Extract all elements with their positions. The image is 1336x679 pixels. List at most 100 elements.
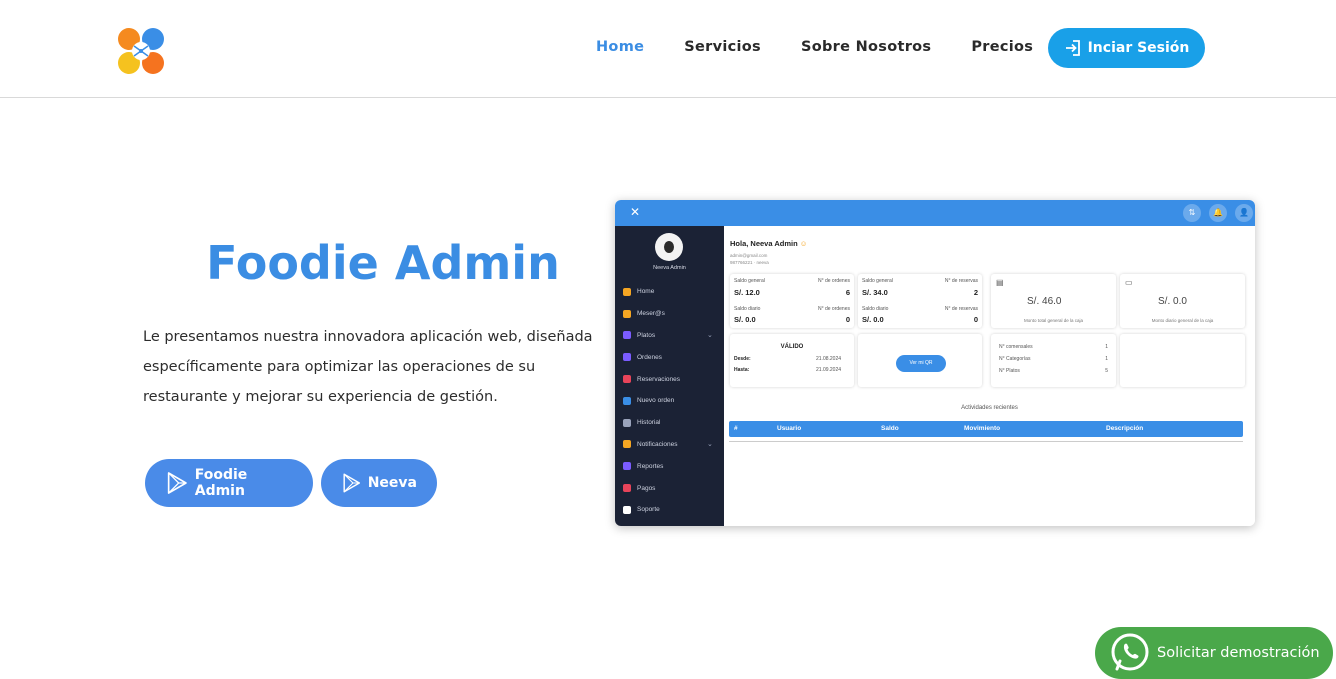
card-label: Saldo general — [734, 278, 765, 284]
whatsapp-demo-button[interactable]: Solicitar demostración — [1095, 627, 1333, 679]
card-value: S/. 0.0 — [862, 315, 884, 324]
card-label: Saldo diario — [862, 306, 889, 312]
table-scrollbar[interactable] — [729, 438, 1243, 442]
nav-home[interactable]: Home — [596, 39, 644, 55]
empty-card — [1120, 334, 1245, 387]
nav-precios[interactable]: Precios — [971, 39, 1033, 55]
card-caption: Monto total general de la caja — [1023, 318, 1084, 323]
sidebar-menu-item[interactable]: Reportes — [623, 455, 680, 477]
foodie-admin-button-label: Foodie Admin — [194, 467, 248, 499]
menu-icon — [623, 462, 631, 471]
card-caption: Monto diario general de la caja — [1151, 318, 1214, 323]
chevron-down-icon: ⌄ — [707, 332, 713, 340]
close-icon: ✕ — [630, 205, 641, 219]
nav-sobre-nosotros[interactable]: Sobre Nosotros — [801, 39, 931, 55]
cash-total-card: ▤ S/. 46.0 Monto total general de la caj… — [991, 274, 1116, 328]
stats-card: N° comensales 1 N° Categorías 1 N° Plato… — [991, 334, 1116, 387]
sidebar-menu-item[interactable]: Nuevo orden — [623, 390, 680, 412]
card-label: N° de ordenes — [817, 278, 850, 284]
table-header: Usuario — [777, 425, 802, 432]
user-contact: admin@gmail.com 987766221 · neeva — [730, 252, 769, 266]
stat-label: N° Platos — [999, 368, 1020, 374]
card-label: N° de reservas — [944, 278, 978, 284]
qr-card: Ver mi QR — [858, 334, 982, 387]
play-store-icon — [343, 473, 361, 493]
menu-label: Home — [637, 288, 655, 296]
hero-description: Le presentamos nuestra innovadora aplica… — [143, 329, 593, 405]
sidebar-menu-item[interactable]: Reservaciones — [623, 368, 680, 390]
calendar-icon: ▭ — [1125, 278, 1133, 287]
card-value: 0 — [973, 315, 978, 324]
sidebar-menu-item[interactable]: Meser@s — [623, 303, 680, 325]
from-label: Desde: — [734, 356, 751, 362]
reservations-card: Saldo general N° de reservas S/. 34.0 2 … — [858, 274, 982, 328]
menu-label: Meser@s — [637, 310, 665, 318]
card-value: 0 — [845, 315, 850, 324]
view-qr-button[interactable]: Ver mi QR — [896, 355, 946, 372]
neeva-store-button[interactable]: Neeva — [321, 459, 437, 507]
sidebar-menu-item[interactable]: Pagos — [623, 477, 680, 499]
menu-icon — [623, 440, 631, 449]
valid-status: VÁLIDO — [780, 344, 804, 350]
menu-icon — [623, 287, 631, 296]
card-label: Saldo general — [862, 278, 893, 284]
login-button[interactable]: Inciar Sesión — [1048, 28, 1205, 68]
user-icon: 👤 — [1235, 204, 1253, 222]
card-label: N° de reservas — [944, 306, 978, 312]
menu-icon — [623, 375, 631, 384]
mock-main: Hola, Neeva Admin ☺ admin@gmail.com 9877… — [724, 226, 1255, 526]
to-label: Hasta: — [734, 367, 750, 373]
phone-text: 987766221 · neeva — [730, 260, 769, 265]
greeting-text: Hola, Neeva Admin — [730, 239, 798, 248]
site-header: Home Servicios Sobre Nosotros Precios In… — [0, 0, 1336, 98]
menu-label: Platos — [637, 331, 656, 339]
card-value: S/. 0.0 — [734, 315, 756, 324]
menu-label: Reservaciones — [637, 375, 680, 383]
nav-servicios[interactable]: Servicios — [684, 39, 761, 55]
menu-icon — [623, 396, 631, 405]
sidebar-user-name: Neeva Admin — [653, 265, 686, 271]
sidebar-menu: Home Meser@s Platos ⌄ Ordenes Reservaciones Nu… — [623, 281, 713, 521]
sidebar-menu-item[interactable]: Soporte — [623, 499, 680, 521]
login-icon — [1065, 40, 1080, 56]
card-value: S/. 34.0 — [862, 288, 888, 297]
menu-label: Historial — [637, 419, 661, 427]
menu-label: Soporte — [637, 506, 660, 514]
activity-title: Actividades recientes — [961, 405, 1018, 411]
foodie-logo-icon[interactable] — [116, 26, 166, 76]
transfer-icon: ⇅ — [1183, 204, 1201, 222]
login-label: Inciar Sesión — [1087, 40, 1190, 56]
menu-icon — [623, 418, 631, 427]
sidebar-menu-item[interactable]: Historial — [623, 412, 680, 434]
menu-label: Ordenes — [637, 353, 662, 361]
menu-label: Notificaciones — [637, 440, 678, 448]
table-header: Movimiento — [964, 425, 1001, 432]
card-label: Saldo diario — [734, 306, 761, 312]
stat-value: 1 — [1105, 344, 1108, 350]
greeting: Hola, Neeva Admin ☺ — [730, 239, 807, 248]
card-value: S/. 0.0 — [1158, 296, 1187, 307]
sidebar-menu-item[interactable]: Platos ⌄ — [623, 325, 713, 347]
hero-title: Foodie Admin — [206, 236, 560, 290]
avatar — [655, 233, 683, 261]
cash-daily-card: ▭ S/. 0.0 Monto diario general de la caj… — [1120, 274, 1245, 328]
card-value: S/. 12.0 — [734, 288, 760, 297]
email-text: admin@gmail.com — [730, 253, 768, 258]
cash-register-icon: ▤ — [996, 278, 1004, 287]
orders-card: Saldo general N° de ordenes S/. 12.0 6 S… — [730, 274, 854, 328]
card-value: 6 — [845, 288, 850, 297]
stat-label: N° comensales — [999, 344, 1033, 350]
table-header: Saldo — [881, 425, 899, 432]
bell-icon: 🔔 — [1209, 204, 1227, 222]
neeva-button-label: Neeva — [367, 475, 417, 491]
sidebar-menu-item[interactable]: Notificaciones ⌄ — [623, 434, 713, 456]
validity-card: VÁLIDO Desde: 21.08.2024 Hasta: 21.09.20… — [730, 334, 854, 387]
menu-label: Nuevo orden — [637, 397, 675, 405]
stat-label: N° Categorías — [999, 356, 1031, 362]
foodie-admin-store-button[interactable]: Foodie Admin — [145, 459, 313, 507]
mock-topbar: ✕ ⇅ 🔔 👤 — [615, 200, 1255, 226]
sidebar-menu-item[interactable]: Ordenes — [623, 346, 680, 368]
sidebar-menu-item[interactable]: Home — [623, 281, 680, 303]
menu-label: Reportes — [637, 462, 664, 470]
menu-icon — [623, 484, 631, 493]
